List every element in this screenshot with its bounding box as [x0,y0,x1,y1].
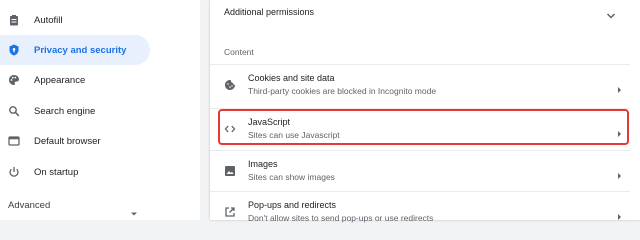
search-icon [8,105,20,117]
sidebar-item-on-startup[interactable]: On startup [0,157,150,187]
row-title: Pop-ups and redirects [248,200,337,210]
settings-sidebar: Autofill Privacy and security Appearance… [0,0,200,220]
power-icon [8,166,20,178]
sidebar-item-appearance[interactable]: Appearance [0,65,150,95]
arrow-right-icon [617,81,622,99]
content-row-cookies[interactable]: Cookies and site data Third-party cookie… [210,64,630,104]
sidebar-item-label: Default browser [34,135,101,147]
additional-permissions-row[interactable]: Additional permissions [210,0,630,26]
row-subtitle: Sites can show images [248,172,335,182]
sidebar-item-label: Appearance [34,74,86,86]
row-title: JavaScript [248,117,291,127]
palette-icon [8,74,20,86]
sidebar-item-autofill[interactable]: Autofill [0,5,150,35]
caret-down-icon[interactable] [130,204,138,222]
arrow-right-icon [617,167,622,185]
row-subtitle: Don't allow sites to send pop-ups or use… [248,213,434,223]
sidebar-item-label: Autofill [34,14,63,26]
sidebar-item-default-browser[interactable]: Default browser [0,126,150,156]
row-subtitle: Third-party cookies are blocked in Incog… [248,86,437,96]
arrow-right-icon [617,125,622,143]
clipboard-icon [8,14,20,26]
row-title: Images [248,159,278,169]
sidebar-advanced-toggle[interactable]: Advanced [8,200,50,211]
sidebar-item-label: Privacy and security [34,44,127,56]
chevron-down-icon[interactable] [606,7,616,25]
code-icon [224,122,236,134]
content-settings-card: Additional permissions Content Cookies a… [210,0,640,223]
image-icon [224,164,236,176]
sidebar-item-privacy-security[interactable]: Privacy and security [0,35,150,65]
section-title-content: Content [224,47,254,57]
sidebar-item-label: On startup [34,166,79,178]
browser-icon [8,135,20,147]
arrow-right-icon [617,208,622,226]
content-row-images[interactable]: Images Sites can show images [210,150,630,190]
content-row-javascript[interactable]: JavaScript Sites can use Javascript [210,108,630,148]
content-row-popups[interactable]: Pop-ups and redirects Don't allow sites … [210,191,630,231]
sidebar-item-label: Search engine [34,105,96,117]
open-in-new-icon [224,205,236,217]
row-title: Cookies and site data [248,73,335,83]
shield-icon [8,44,20,56]
cookie-icon [224,78,236,90]
sidebar-item-search-engine[interactable]: Search engine [0,96,150,126]
row-subtitle: Sites can use Javascript [248,130,340,140]
additional-permissions-label: Additional permissions [224,7,315,17]
